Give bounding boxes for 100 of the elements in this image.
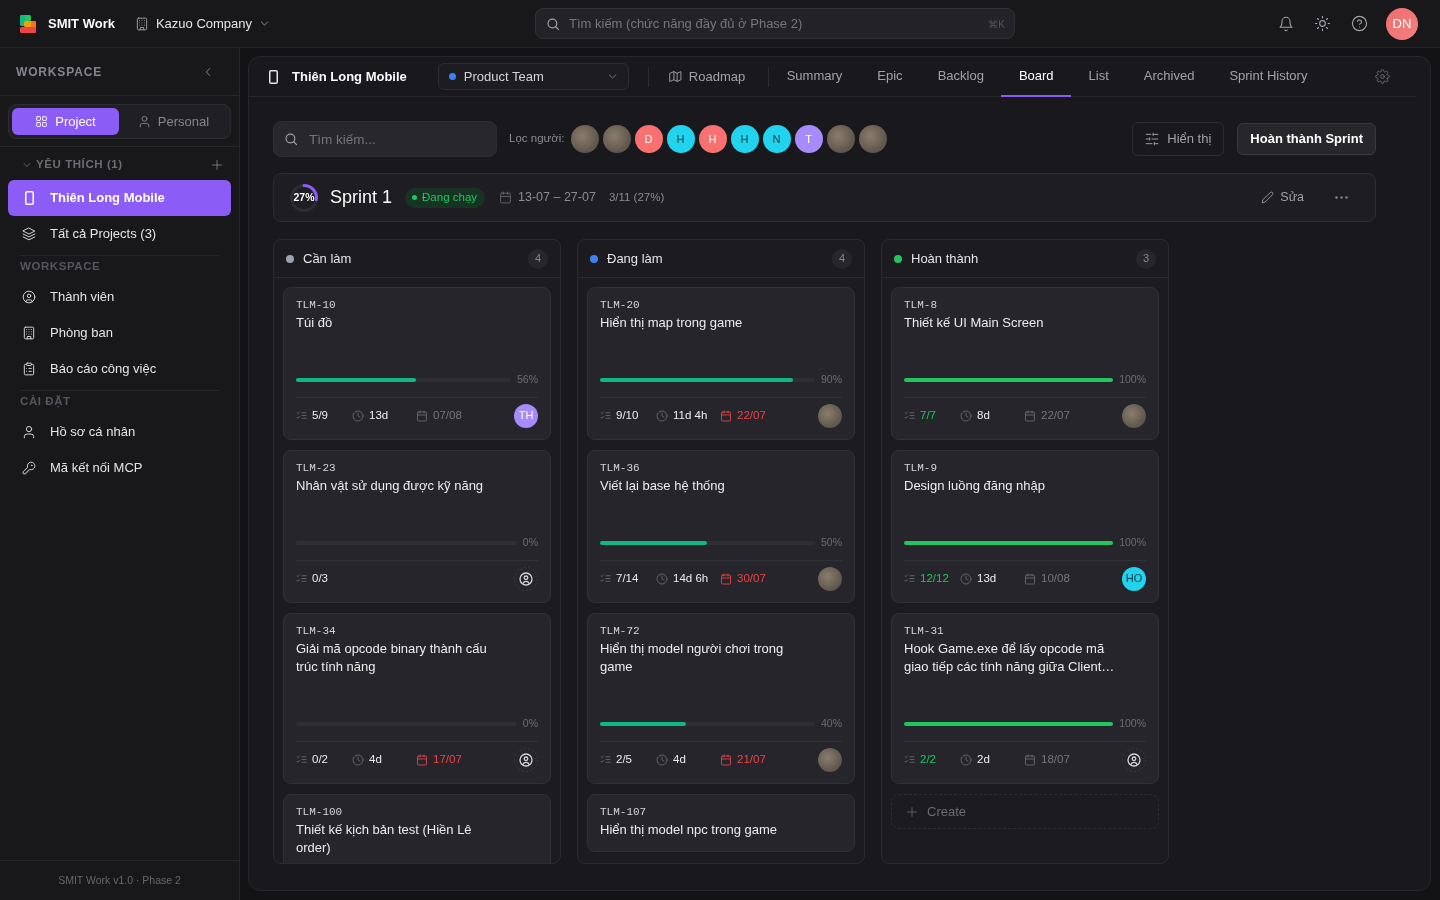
progress-percent: 0% <box>522 716 538 732</box>
due-date: 22/07 <box>1041 407 1070 423</box>
task-card[interactable]: TLM-23 Nhân vật sử dụng được kỹ năng 0% 0/3 <box>283 450 551 603</box>
display-options-button[interactable]: Hiển thị <box>1132 122 1225 156</box>
sprint-name: Sprint 1 <box>330 186 393 209</box>
task-card[interactable]: TLM-9 Design luồng đăng nhập 100% 12/12 13d 10/08 HO <box>891 450 1159 603</box>
roadmap-link[interactable]: Roadmap <box>668 66 746 87</box>
sidebar-item[interactable]: Tất cả Projects (3) <box>8 216 231 252</box>
app-logo-icon[interactable] <box>20 14 36 33</box>
view-tab[interactable]: Sprint History <box>1211 57 1325 97</box>
task-title: Túi đồ <box>296 314 334 332</box>
view-tab[interactable]: Board <box>1001 57 1072 97</box>
avatar-placeholder[interactable] <box>570 125 599 153</box>
plus-icon[interactable] <box>211 159 223 171</box>
map-icon <box>668 70 682 83</box>
subtask-count: 2/2 <box>920 751 936 767</box>
team-select[interactable]: Product Team <box>437 63 629 90</box>
task-card[interactable]: TLM-20 Hiển thị map trong game 90% 9/10 11d 4h 22/07 <box>587 287 855 440</box>
avatar-placeholder[interactable] <box>1122 403 1146 428</box>
task-title: Design luồng đăng nhập <box>904 477 1046 495</box>
sidebar-item[interactable]: Phòng ban <box>8 315 231 351</box>
view-tab[interactable]: Summary <box>769 57 860 97</box>
mode-tab[interactable]: Project <box>12 108 119 135</box>
calendar-icon <box>1024 753 1036 766</box>
clock-icon <box>352 753 364 766</box>
subtask-count: 0/2 <box>312 751 328 767</box>
task-id: TLM-9 <box>904 461 938 475</box>
subtask-count: 7/14 <box>616 570 639 586</box>
user-icon <box>22 425 36 439</box>
view-tab[interactable]: Epic <box>859 57 921 97</box>
task-card[interactable]: TLM-34 Giải mã opcode binary thành cấu trúc tính năng 0% 0/2 4d 17/07 <box>283 613 551 784</box>
sidebar-item[interactable]: Mã kết nối MCP <box>8 450 231 486</box>
progress-percent: 90% <box>821 372 842 388</box>
sidebar-item[interactable]: Báo cáo công việc <box>8 351 231 387</box>
help-icon[interactable] <box>1351 15 1368 32</box>
task-title: Nhân vật sử dụng được kỹ năng <box>296 477 485 495</box>
task-search-field[interactable]: Tìm kiếm... <box>273 121 497 157</box>
view-tab[interactable]: Archived <box>1126 57 1212 97</box>
company-switcher[interactable]: Kazuo Company <box>134 13 271 34</box>
sidebar-item[interactable]: Hồ sơ cá nhân <box>8 414 231 450</box>
task-card[interactable]: TLM-8 Thiết kế UI Main Screen 100% 7/7 8d 22/07 <box>891 287 1159 440</box>
bell-icon[interactable] <box>1278 15 1294 32</box>
sidebar-item[interactable]: Thành viên <box>8 279 231 315</box>
sun-icon[interactable] <box>1314 15 1331 32</box>
checklist-icon <box>904 410 915 421</box>
task-card[interactable]: TLM-36 Viết lại base hệ thống 50% 7/14 14d 6h 30/07 <box>587 450 855 603</box>
task-id: TLM-8 <box>904 298 938 312</box>
progress-percent: 100% <box>1119 716 1146 732</box>
mode-tab[interactable]: Personal <box>120 108 227 135</box>
phone-icon <box>269 69 278 84</box>
avatar-placeholder[interactable] <box>818 566 842 591</box>
avatar-placeholder[interactable] <box>818 747 842 772</box>
view-tab[interactable]: List <box>1071 57 1127 97</box>
task-card[interactable]: TLM-31 Hook Game.exe để lấy opcode mã giao tiếp các tính năng giữa Client… 100% 2/2 2d 18/07 <box>891 613 1159 784</box>
progress-percent: 100% <box>1119 535 1146 551</box>
user-circle-icon <box>22 290 36 304</box>
unassigned-user-icon[interactable] <box>514 566 538 591</box>
user-avatar[interactable]: N <box>762 125 791 153</box>
chevron-down-icon <box>259 18 271 29</box>
task-card[interactable]: TLM-100 Thiết kế kịch bản test (Hiền Lê order) <box>283 794 551 863</box>
settings-icon[interactable] <box>1375 69 1390 84</box>
checklist-icon <box>600 573 611 584</box>
due-date: 30/07 <box>737 570 766 586</box>
checklist-icon <box>296 754 307 765</box>
user-avatar[interactable]: H <box>666 125 695 153</box>
subtask-count: 0/3 <box>312 570 328 586</box>
view-tab[interactable]: Backlog <box>920 57 1002 97</box>
progress-percent: 56% <box>517 372 538 388</box>
sprint-dates: 13-07 – 27-07 <box>518 189 596 207</box>
column-title: Đang làm <box>607 249 663 268</box>
user-avatar[interactable]: HO <box>1122 566 1146 591</box>
task-card[interactable]: TLM-107 Hiển thị model npc trong game <box>587 794 855 852</box>
unassigned-user-icon[interactable] <box>1122 747 1146 772</box>
task-id: TLM-34 <box>296 624 337 638</box>
calendar-icon <box>416 753 428 766</box>
progress-percent: 50% <box>821 535 842 551</box>
sidebar-item[interactable]: Thiên Long Mobile <box>8 180 231 216</box>
avatar-placeholder[interactable] <box>826 125 855 153</box>
app-name: SMIT Work <box>48 14 115 33</box>
plus-icon <box>906 805 918 818</box>
calendar-icon <box>1024 572 1036 585</box>
task-title: Hiển thị model npc trong game <box>600 821 779 839</box>
task-id: TLM-100 <box>296 805 344 819</box>
task-card[interactable]: TLM-72 Hiển thị model người chơi trong game 40% 2/5 4d 21/07 <box>587 613 855 784</box>
clipboard-icon <box>22 362 36 376</box>
clock-icon <box>960 572 972 585</box>
unassigned-user-icon[interactable] <box>514 747 538 772</box>
calendar-icon <box>1024 409 1036 422</box>
task-card[interactable]: TLM-10 Túi đồ 56% 5/9 13d 07/08 TH <box>283 287 551 440</box>
layers-icon <box>22 227 36 241</box>
more-icon[interactable] <box>1335 196 1348 199</box>
column-title: Cần làm <box>303 249 352 268</box>
avatar-placeholder[interactable] <box>818 403 842 428</box>
complete-sprint-button[interactable]: Hoàn thành Sprint <box>1237 123 1376 155</box>
user-avatar[interactable]: H <box>730 125 759 153</box>
sprint-progress: 3/11 (27%) <box>608 189 665 205</box>
edit-button[interactable]: Sửa <box>1261 188 1304 207</box>
avatar-placeholder[interactable] <box>602 125 631 153</box>
due-date: 18/07 <box>1041 751 1070 767</box>
avatar-placeholder[interactable] <box>858 125 887 153</box>
